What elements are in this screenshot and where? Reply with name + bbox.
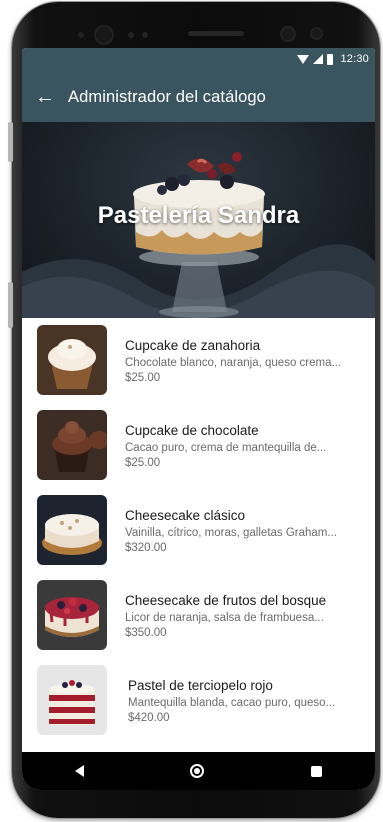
product-price: $25.00 xyxy=(125,457,161,469)
product-price: $350.00 xyxy=(125,627,167,639)
product-description: Cacao puro, crema de mantequilla de... xyxy=(125,442,327,454)
product-name: Pastel de terciopelo rojo xyxy=(128,678,273,693)
list-item[interactable]: Pastel de terciopelo rojo Mantequilla bl… xyxy=(22,658,375,743)
nav-back-icon[interactable] xyxy=(75,765,85,777)
arrow-back-icon: ← xyxy=(35,85,55,108)
power-button xyxy=(8,282,13,328)
front-camera xyxy=(96,27,112,43)
product-info: Cheesecake clásico Vainilla, cítrico, mo… xyxy=(125,508,369,554)
hero-banner: Pastelería Sandra xyxy=(22,122,375,318)
product-name: Cupcake de zanahoria xyxy=(125,338,261,353)
product-description: Licor de naranja, salsa de frambuesa... xyxy=(125,612,324,624)
battery-icon xyxy=(327,53,334,65)
product-name: Cheesecake clásico xyxy=(125,508,246,523)
earpiece-speaker xyxy=(188,31,244,36)
product-thumbnail xyxy=(37,580,107,650)
product-info: Pastel de terciopelo rojo Mantequilla bl… xyxy=(128,678,369,724)
nav-home-icon[interactable] xyxy=(190,764,205,778)
product-price: $320.00 xyxy=(125,542,167,554)
status-icons: 12:30 xyxy=(297,53,369,65)
page-title: Administrador del catálogo xyxy=(68,87,266,106)
signal-icon xyxy=(313,54,324,64)
list-item[interactable]: Cheesecake de frutos del bosque Licor de… xyxy=(22,573,375,658)
product-thumbnail xyxy=(37,325,107,395)
wifi-icon xyxy=(297,54,310,64)
product-thumbnail xyxy=(37,495,107,565)
phone-screen: 12:30 ← Administrador del catálogo Paste… xyxy=(22,48,375,790)
status-time: 12:30 xyxy=(340,53,369,65)
volume-button xyxy=(8,122,13,162)
product-description: Chocolate blanco, naranja, queso crema..… xyxy=(125,357,342,369)
product-list: Cupcake de zanahoria Chocolate blanco, n… xyxy=(22,318,375,743)
status-bar: 12:30 xyxy=(22,48,375,72)
list-item[interactable]: Cupcake de chocolate Cacao puro, crema d… xyxy=(22,403,375,488)
light-sensor xyxy=(312,29,321,38)
sensor-dot xyxy=(78,32,84,38)
product-info: Cupcake de chocolate Cacao puro, crema d… xyxy=(125,423,369,469)
list-item[interactable]: Cheesecake clásico Vainilla, cítrico, mo… xyxy=(22,488,375,573)
list-item[interactable]: Cupcake de zanahoria Chocolate blanco, n… xyxy=(22,318,375,403)
product-name: Cheesecake de frutos del bosque xyxy=(125,593,327,608)
product-info: Cupcake de zanahoria Chocolate blanco, n… xyxy=(125,338,369,384)
product-description: Mantequilla blanda, cacao puro, queso... xyxy=(128,697,336,709)
product-thumbnail xyxy=(37,665,107,735)
product-price: $25.00 xyxy=(125,372,161,384)
product-name: Cupcake de chocolate xyxy=(125,423,259,438)
product-price: $420.00 xyxy=(128,712,170,724)
system-nav-bar xyxy=(22,752,375,790)
sensor-dot xyxy=(142,32,148,38)
hero-title: Pastelería Sandra xyxy=(97,202,300,229)
product-description: Vainilla, cítrico, moras, galletas Graha… xyxy=(125,527,337,539)
back-button[interactable]: ← xyxy=(22,72,68,122)
app-bar: ← Administrador del catálogo xyxy=(22,72,375,122)
product-info: Cheesecake de frutos del bosque Licor de… xyxy=(125,593,369,639)
proximity-sensor xyxy=(282,28,294,40)
product-thumbnail xyxy=(37,410,107,480)
sensor-dot xyxy=(128,32,134,38)
nav-recents-icon[interactable] xyxy=(310,765,322,777)
